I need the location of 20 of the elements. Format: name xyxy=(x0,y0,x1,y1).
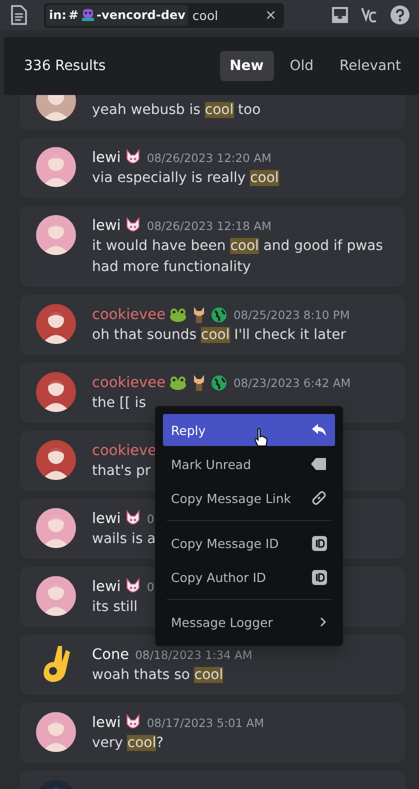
timestamp: 08/26/2023 12:20 AM xyxy=(146,150,272,164)
timestamp: 0 xyxy=(146,512,154,526)
search-query: cool xyxy=(192,8,220,22)
results-count: 336 Results xyxy=(24,58,107,74)
message-text: its still xyxy=(92,598,138,617)
message-text: yeah webusb is cool too xyxy=(92,101,261,120)
message-text: via especially is really cool xyxy=(92,169,279,188)
timestamp: 08/26/2023 12:18 AM xyxy=(146,218,272,232)
message-text: wails is a xyxy=(92,530,156,549)
message-text: that's pr xyxy=(92,462,151,481)
message-text: woah thats so cool xyxy=(92,666,224,685)
timestamp: 08/18/2023 1:34 AM xyxy=(135,648,252,662)
timestamp: 0 xyxy=(146,580,154,594)
message-text: very cool? xyxy=(92,734,164,753)
timestamp: 08/25/2023 8:10 PM xyxy=(233,308,350,322)
timestamp: 08/17/2023 5:01 AM xyxy=(146,716,264,730)
message-text: oh that sounds cool I'll check it later xyxy=(92,326,346,345)
message-text: the [[ is xyxy=(92,394,146,413)
message-text: it would have been cool and good if pwas had more functionality xyxy=(92,237,384,277)
timestamp: 08/23/2023 6:42 AM xyxy=(233,376,351,390)
